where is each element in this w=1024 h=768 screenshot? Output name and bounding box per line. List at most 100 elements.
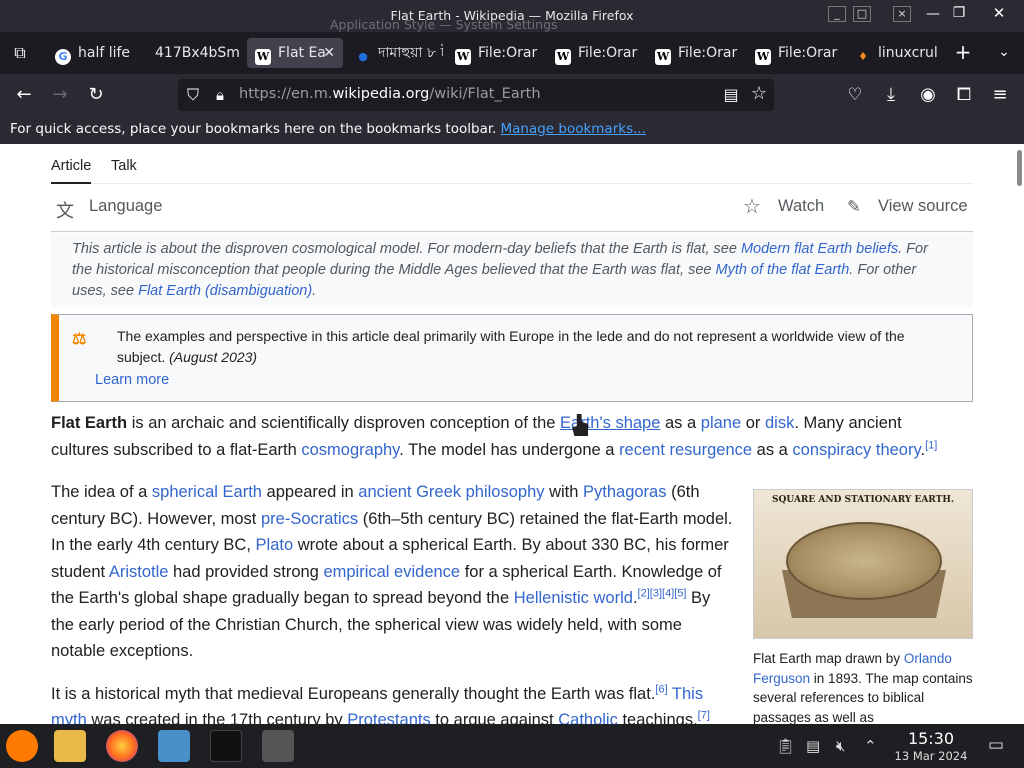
pythagoras-link[interactable]: Pythagoras xyxy=(583,483,666,501)
system-settings-icon[interactable] xyxy=(158,730,190,762)
ref-7[interactable]: [7] xyxy=(698,710,710,722)
tab-half-life[interactable]: Ghalf life xyxy=(47,38,143,68)
conspiracy-theory-link[interactable]: conspiracy theory xyxy=(792,441,920,459)
extensions-icon[interactable]: ⧠ xyxy=(953,85,975,105)
list-tabs-icon[interactable]: ⌄ xyxy=(993,42,1015,62)
tab-article[interactable]: Article xyxy=(51,158,92,184)
disk-link[interactable]: disk xyxy=(765,414,794,432)
account-icon[interactable]: ◉ xyxy=(917,85,939,105)
forward-icon[interactable]: → xyxy=(49,85,71,105)
tab-file-orange-2[interactable]: W File:Orar xyxy=(547,38,643,68)
pocket-icon[interactable]: ♡ xyxy=(844,85,866,105)
tab-talk[interactable]: Talk xyxy=(111,158,137,174)
scrollbar[interactable] xyxy=(1017,150,1022,186)
hellenistic-world-link[interactable]: Hellenistic world xyxy=(514,589,633,607)
bg-close-button[interactable]: × xyxy=(893,6,911,22)
spherical-earth-link[interactable]: spherical Earth xyxy=(152,483,262,501)
file-manager-icon[interactable] xyxy=(54,730,86,762)
downloads-icon[interactable]: ⤓ xyxy=(880,85,902,105)
tab-bengali-site[interactable]: ● দামাহুয়া ৮ ট xyxy=(347,38,443,68)
notes-icon[interactable]: ▤ xyxy=(806,737,820,755)
plane-link[interactable]: plane xyxy=(701,414,741,432)
bookmark-star-icon[interactable]: ☆ xyxy=(748,84,770,104)
taskbar: 📋︎ ▤ 🔇︎ ⌃ 15:30 13 Mar 2024 ▭ xyxy=(0,724,1024,768)
web-content: Article Talk 文 Language ☆ Watch ✎ View s… xyxy=(0,144,1024,724)
bengali-site-icon: ● xyxy=(358,50,368,63)
wikipedia-icon: W xyxy=(655,49,671,65)
refs-2-5[interactable]: [2][3][4][5] xyxy=(638,588,687,600)
myth-flat-earth-link[interactable]: Myth of the flat Earth xyxy=(715,262,849,278)
issue-notice: ⚖ The examples and perspective in this a… xyxy=(51,314,973,402)
url-bar[interactable]: ⛉ 🔒︎ https://en.m.wikipedia.org/wiki/Fla… xyxy=(178,79,774,111)
shield-icon[interactable]: ⛉ xyxy=(182,85,204,105)
url-text[interactable]: https://en.m.wikipedia.org/wiki/Flat_Ear… xyxy=(239,86,541,102)
linux-icon: ♦ xyxy=(858,50,868,63)
pre-socratics-link[interactable]: pre-Socratics xyxy=(261,510,358,528)
tab-file-orange-4[interactable]: W File:Orar xyxy=(747,38,843,68)
aristotle-link[interactable]: Aristotle xyxy=(109,563,169,581)
expand-tray-icon[interactable]: ⌃ xyxy=(864,737,877,755)
maximize-button[interactable]: ❐ xyxy=(948,3,970,23)
protestants-link[interactable]: Protestants xyxy=(347,711,430,724)
clipboard-icon[interactable]: 📋︎ xyxy=(776,737,795,755)
halflife-launcher-icon[interactable] xyxy=(6,730,38,762)
google-icon: G xyxy=(55,49,71,65)
lock-edit-icon[interactable]: ✎ xyxy=(847,197,861,217)
flat-earth-map-image[interactable]: SQUARE AND STATIONARY EARTH. xyxy=(753,489,973,639)
window-titlebar: Flat Earth - Wikipedia — Mozilla Firefox… xyxy=(0,0,1024,32)
tab-flat-earth[interactable]: W Flat Ea ✕ xyxy=(247,38,343,68)
wikipedia-icon: W xyxy=(755,49,771,65)
wikipedia-icon: W xyxy=(455,49,471,65)
show-desktop-icon[interactable]: ▭ xyxy=(988,735,1004,755)
ref-6[interactable]: [6] xyxy=(655,683,667,695)
view-source-button[interactable]: View source xyxy=(878,197,968,216)
navigation-toolbar: ← → ↻ ⛉ 🔒︎ https://en.m.wikipedia.org/wi… xyxy=(0,74,1024,116)
empirical-evidence-link[interactable]: empirical evidence xyxy=(323,563,460,581)
ref-1[interactable]: [1] xyxy=(925,439,937,451)
menu-icon[interactable]: ≡ xyxy=(989,85,1011,105)
tab-file-orange-3[interactable]: W File:Orar xyxy=(647,38,743,68)
paragraph-1: Flat Earth is an archaic and scientifica… xyxy=(51,414,938,459)
page-actions: 文 Language ☆ Watch ✎ View source xyxy=(51,184,973,232)
volume-muted-icon[interactable]: 🔇︎ xyxy=(836,737,845,755)
scales-warning-icon: ⚖ xyxy=(72,331,87,348)
clock[interactable]: 15:30 13 Mar 2024 xyxy=(888,730,974,764)
terminal-icon[interactable] xyxy=(210,730,242,762)
wikipedia-icon: W xyxy=(555,49,571,65)
app-icon[interactable] xyxy=(262,730,294,762)
recent-resurgence-link[interactable]: recent resurgence xyxy=(619,441,752,459)
infobox-thumbnail: SQUARE AND STATIONARY EARTH. Flat Earth … xyxy=(753,489,973,724)
back-icon[interactable]: ← xyxy=(13,85,35,105)
close-tab-icon[interactable]: ✕ xyxy=(323,38,335,68)
language-button[interactable]: Language xyxy=(89,197,162,216)
watch-star-icon[interactable]: ☆ xyxy=(743,194,761,219)
bg-maximize-button[interactable]: □ xyxy=(853,6,871,22)
lock-icon[interactable]: 🔒︎ xyxy=(209,85,231,105)
plato-link[interactable]: Plato xyxy=(256,536,294,554)
manage-bookmarks-link[interactable]: Manage bookmarks... xyxy=(500,121,646,137)
firefox-icon[interactable] xyxy=(106,730,138,762)
tab-overview-icon[interactable]: ⧉ xyxy=(9,43,31,63)
disambiguation-link[interactable]: Flat Earth (disambiguation) xyxy=(138,283,312,299)
catholic-link[interactable]: Catholic xyxy=(558,711,618,724)
wikipedia-icon: W xyxy=(255,49,271,65)
tab-417bx4bsm[interactable]: 417Bx4bSm xyxy=(147,38,243,68)
bg-minimize-button[interactable]: _ xyxy=(828,6,846,22)
minimize-button[interactable]: — xyxy=(922,4,944,24)
watch-button[interactable]: Watch xyxy=(778,197,824,216)
reader-view-icon[interactable]: ▤ xyxy=(720,85,742,105)
reload-icon[interactable]: ↻ xyxy=(85,85,107,105)
bookmarks-toolbar: For quick access, place your bookmarks h… xyxy=(0,116,1024,144)
background-window-title: Application Style — System Settings xyxy=(330,17,558,32)
modern-flat-earth-link[interactable]: Modern flat Earth beliefs xyxy=(741,241,898,257)
cosmography-link[interactable]: cosmography xyxy=(301,441,399,459)
learn-more-link[interactable]: Learn more xyxy=(95,372,169,388)
ancient-greek-philosophy-link[interactable]: ancient Greek philosophy xyxy=(358,483,544,501)
tab-file-orange-1[interactable]: W File:Orar xyxy=(447,38,543,68)
new-tab-icon[interactable]: + xyxy=(952,42,974,62)
close-button[interactable]: ✕ xyxy=(988,3,1010,23)
tab-bar: ⧉ Ghalf life 417Bx4bSm W Flat Ea ✕ ● দামাহু… xyxy=(0,32,1024,74)
clock-date: 13 Mar 2024 xyxy=(894,749,968,763)
tab-linuxcrul[interactable]: ♦ linuxcrul xyxy=(847,38,943,68)
language-icon[interactable]: 文 xyxy=(56,197,74,223)
